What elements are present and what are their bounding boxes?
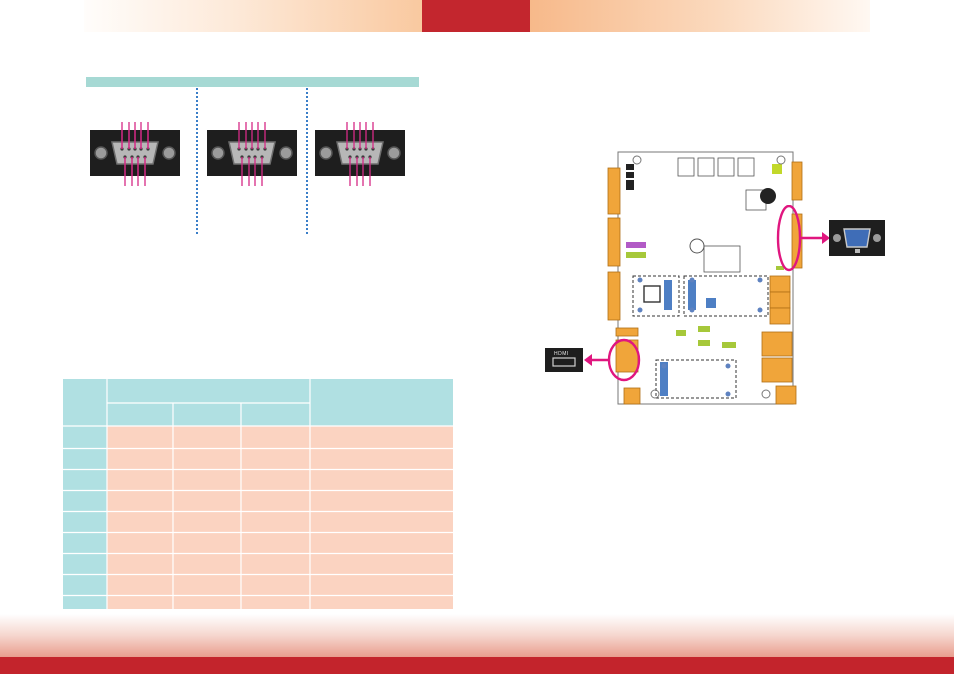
table-rows bbox=[107, 426, 453, 609]
pin-assignment-table bbox=[63, 379, 453, 609]
pin-leader-lines bbox=[238, 122, 374, 186]
footer-bar bbox=[0, 657, 954, 674]
header-right-bar bbox=[530, 0, 870, 32]
pin-leader-lines bbox=[121, 122, 149, 186]
section-strip bbox=[86, 77, 419, 87]
hdmi-callout bbox=[545, 338, 641, 382]
vga-callout bbox=[776, 205, 885, 272]
header-chapter-tab bbox=[422, 0, 530, 32]
column-divider-1 bbox=[196, 88, 198, 234]
vga-connector-icon bbox=[829, 220, 885, 256]
hdmi-label: HDMI bbox=[554, 351, 569, 357]
header-left-bar bbox=[84, 0, 422, 32]
